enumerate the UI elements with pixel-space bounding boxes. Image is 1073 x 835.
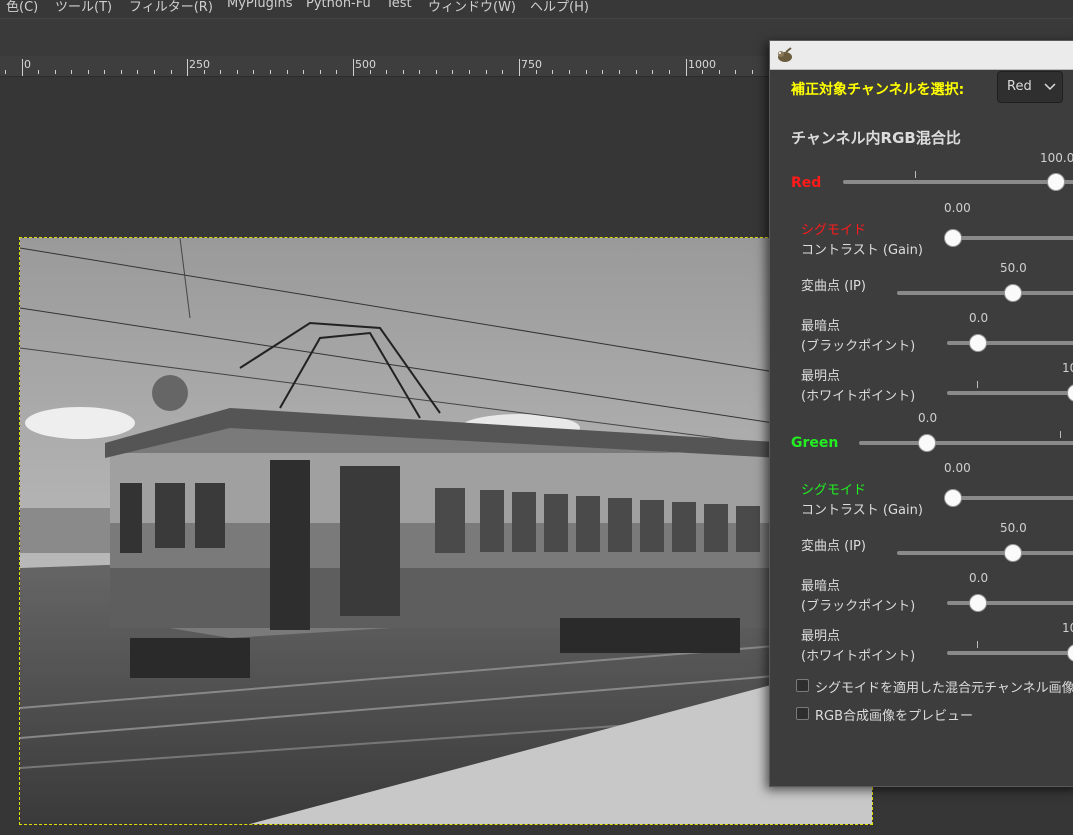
green-ip-track[interactable]: [897, 551, 1073, 555]
channel-select[interactable]: Red: [997, 71, 1063, 103]
red-black-label-1: 最暗点: [801, 319, 841, 334]
menu-python-fu[interactable]: Python-Fu: [306, 0, 371, 11]
green-black-label-1: 最暗点: [801, 579, 841, 594]
green-slider-track[interactable]: [859, 441, 1073, 445]
red-white-knob[interactable]: [1067, 384, 1073, 402]
green-label: Green: [791, 435, 839, 451]
menu-test[interactable]: Test: [386, 0, 412, 11]
red-black-track[interactable]: [947, 341, 1073, 345]
green-white-track[interactable]: [947, 651, 1073, 655]
chevron-down-icon: [1044, 83, 1056, 91]
green-black-knob[interactable]: [969, 594, 987, 612]
green-white-knob[interactable]: [1067, 644, 1073, 662]
menu-window[interactable]: ウィンドウ(W): [428, 0, 516, 15]
green-gain-value: 0.00: [944, 461, 971, 475]
green-gain-track[interactable]: [953, 496, 1073, 500]
green-black-label-2: (ブラックポイント): [801, 599, 916, 614]
red-slider-knob[interactable]: [1047, 173, 1065, 191]
green-value: 0.0: [918, 411, 938, 425]
sigmoid-preview-label: シグモイドを適用した混合元チャンネル画像: [815, 681, 1073, 696]
red-white-value: 10: [1062, 361, 1073, 375]
green-white-label-1: 最明点: [801, 629, 841, 644]
dialog-titlebar[interactable]: [770, 41, 1073, 70]
red-black-knob[interactable]: [969, 334, 987, 352]
menu-color[interactable]: 色(C): [6, 0, 38, 15]
red-slider-track[interactable]: [843, 180, 1073, 184]
menubar: 色(C) ツール(T) フィルター(R) MyPlugins Python-Fu…: [0, 0, 1073, 18]
ruler-label-250: 250: [189, 58, 210, 71]
red-white-label-1: 最明点: [801, 369, 841, 384]
rgb-preview-label: RGB合成画像をプレビュー: [815, 709, 974, 724]
green-black-track[interactable]: [947, 601, 1073, 605]
menu-filters[interactable]: フィルター(R): [129, 0, 213, 15]
green-gain-label: コントラスト (Gain): [801, 503, 923, 518]
red-gain-knob[interactable]: [944, 229, 962, 247]
rgb-preview-checkbox[interactable]: [796, 707, 809, 720]
red-label: Red: [791, 175, 822, 191]
menu-help[interactable]: ヘルプ(H): [530, 0, 589, 15]
red-gain-value: 0.00: [944, 201, 971, 215]
red-value: 100.0: [1040, 151, 1073, 165]
ruler-label-500: 500: [355, 58, 376, 71]
green-ip-knob[interactable]: [1004, 544, 1022, 562]
ruler-label-750: 750: [521, 58, 542, 71]
sigmoid-preview-checkbox[interactable]: [796, 679, 809, 692]
menu-myplugins[interactable]: MyPlugins: [227, 0, 292, 11]
red-ip-knob[interactable]: [1004, 284, 1022, 302]
menu-tools[interactable]: ツール(T): [55, 0, 112, 15]
section-title: チャンネル内RGB混合比: [791, 129, 961, 147]
red-white-track[interactable]: [947, 391, 1073, 395]
red-ip-track[interactable]: [897, 291, 1073, 295]
green-white-value: 10: [1062, 621, 1073, 635]
green-sigmoid-label: シグモイド: [801, 483, 867, 498]
green-ip-label: 変曲点 (IP): [801, 539, 866, 554]
train-photo[interactable]: [19, 237, 873, 825]
red-ip-value: 50.0: [1000, 261, 1027, 275]
channel-select-value: Red: [1007, 79, 1032, 94]
gimp-icon: [778, 47, 792, 62]
red-gain-label: コントラスト (Gain): [801, 243, 923, 258]
red-black-label-2: (ブラックポイント): [801, 339, 916, 354]
green-white-label-2: (ホワイトポイント): [801, 649, 916, 664]
channel-mixer-dialog: 補正対象チャンネルを選択: Red チャンネル内RGB混合比 Red 100.0…: [769, 40, 1073, 787]
green-slider-knob[interactable]: [918, 434, 936, 452]
red-white-label-2: (ホワイトポイント): [801, 389, 916, 404]
red-black-value: 0.0: [969, 311, 989, 325]
red-ip-label: 変曲点 (IP): [801, 279, 866, 294]
green-gain-knob[interactable]: [944, 489, 962, 507]
ruler-label-0: 0: [24, 58, 31, 71]
red-sigmoid-label: シグモイド: [801, 223, 867, 238]
channel-select-label: 補正対象チャンネルを選択:: [791, 82, 965, 98]
green-black-value: 0.0: [969, 571, 989, 585]
red-gain-track[interactable]: [953, 236, 1073, 240]
train-image: [20, 238, 872, 824]
green-ip-value: 50.0: [1000, 521, 1027, 535]
